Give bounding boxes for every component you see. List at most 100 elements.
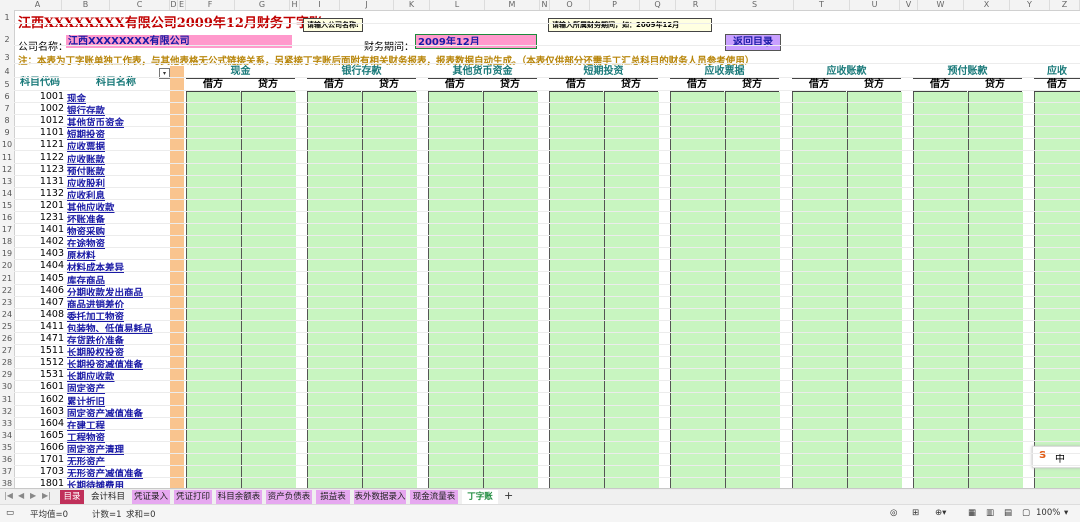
row-number[interactable]: 1 — [0, 13, 14, 22]
column-letter[interactable]: W — [918, 0, 964, 10]
column-letter[interactable]: C — [110, 0, 170, 10]
row-number[interactable]: 2 — [0, 35, 14, 44]
reading-view-icon[interactable]: ▢ — [1022, 508, 1030, 518]
row-number[interactable]: 29 — [0, 370, 14, 379]
row-number[interactable]: 3 — [0, 53, 14, 62]
row-number[interactable]: 18 — [0, 237, 14, 246]
column-letter[interactable]: Y — [1010, 0, 1050, 10]
row-number[interactable]: 5 — [0, 80, 14, 89]
last-sheet-icon[interactable]: ▶| — [42, 491, 51, 500]
account-code: 1012 — [39, 115, 64, 127]
back-to-index-button[interactable]: 返回目录 — [725, 34, 781, 51]
view-mode-icon[interactable]: ⊕▾ — [935, 508, 946, 518]
status-sum: 求和=0 — [126, 510, 156, 520]
row-number[interactable]: 15 — [0, 201, 14, 210]
row-number[interactable]: 28 — [0, 358, 14, 367]
column-letter[interactable]: L — [430, 0, 485, 10]
zoom-dropdown-icon[interactable]: ▾ — [1064, 508, 1068, 518]
sheet-tab[interactable]: 损益表 — [316, 490, 350, 504]
macro-icon[interactable]: ▭ — [6, 508, 14, 518]
page-break-icon[interactable]: ▤ — [1004, 508, 1012, 518]
row-number[interactable]: 12 — [0, 165, 14, 174]
sheet-tab[interactable]: 会计科目 — [88, 490, 128, 504]
row-number[interactable]: 33 — [0, 419, 14, 428]
column-letter[interactable]: F — [186, 0, 235, 10]
row-number[interactable]: 22 — [0, 286, 14, 295]
sheet-tab[interactable]: 表外数据录入 — [354, 490, 406, 504]
column-letter[interactable]: R — [676, 0, 716, 10]
column-letter[interactable]: V — [900, 0, 918, 10]
prev-sheet-icon[interactable]: ◀ — [18, 491, 24, 500]
sheet-tab[interactable]: 凭证打印 — [174, 490, 212, 504]
row-number[interactable]: 20 — [0, 261, 14, 270]
row-number[interactable]: 11 — [0, 153, 14, 162]
row-number[interactable]: 31 — [0, 395, 14, 404]
column-letter[interactable]: A — [14, 0, 62, 10]
grid-line — [14, 63, 1080, 64]
first-sheet-icon[interactable]: |◀ — [4, 491, 13, 500]
row-number[interactable]: 7 — [0, 104, 14, 113]
column-letter[interactable]: U — [850, 0, 900, 10]
row-number[interactable]: 34 — [0, 431, 14, 440]
row-number[interactable]: 36 — [0, 455, 14, 464]
column-letter[interactable]: E — [178, 0, 186, 10]
row-number[interactable]: 17 — [0, 225, 14, 234]
row-number[interactable]: 27 — [0, 346, 14, 355]
account-code: 1121 — [39, 139, 64, 151]
column-letter[interactable]: O — [550, 0, 590, 10]
column-letter[interactable]: X — [964, 0, 1010, 10]
grid-line — [14, 102, 1080, 103]
column-letter[interactable]: N — [540, 0, 550, 10]
zoom-level[interactable]: 100% — [1036, 508, 1060, 518]
column-letter[interactable]: K — [394, 0, 430, 10]
row-number[interactable]: 38 — [0, 479, 14, 488]
eye-protection-icon[interactable]: ◎ — [890, 508, 897, 518]
account-code: 1703 — [39, 466, 64, 478]
sheet-tab[interactable]: 资产负债表 — [266, 490, 312, 504]
row-number[interactable]: 4 — [0, 67, 14, 76]
sheet-tab[interactable]: 目录 — [60, 490, 84, 504]
row-number[interactable]: 6 — [0, 92, 14, 101]
row-number[interactable]: 30 — [0, 382, 14, 391]
column-letter[interactable]: P — [590, 0, 640, 10]
grid-line — [14, 174, 1080, 176]
column-letter[interactable]: D — [170, 0, 178, 10]
row-number[interactable]: 37 — [0, 467, 14, 476]
account-name-header: 科目名称 — [96, 77, 136, 88]
row-number[interactable]: 26 — [0, 334, 14, 343]
row-number[interactable]: 25 — [0, 322, 14, 331]
row-number[interactable]: 13 — [0, 177, 14, 186]
row-number[interactable]: 8 — [0, 116, 14, 125]
sheet-tab[interactable]: 现金流量表 — [410, 490, 458, 504]
row-number[interactable]: 16 — [0, 213, 14, 222]
column-letter[interactable]: T — [794, 0, 850, 10]
column-letter[interactable]: Q — [640, 0, 676, 10]
column-letter[interactable]: Z — [1050, 0, 1080, 10]
page-layout-icon[interactable]: ▥ — [986, 508, 994, 518]
row-number[interactable]: 32 — [0, 407, 14, 416]
column-letter[interactable]: J — [340, 0, 394, 10]
row-number[interactable]: 21 — [0, 274, 14, 283]
column-letter[interactable]: G — [235, 0, 290, 10]
sheet-tab[interactable]: 科目余额表 — [216, 490, 262, 504]
period-cell[interactable]: 2009年12月 — [415, 34, 537, 49]
column-letter[interactable]: S — [716, 0, 794, 10]
normal-view-icon[interactable]: ▦ — [968, 508, 976, 518]
column-letter[interactable]: I — [300, 0, 340, 10]
row-number[interactable]: 19 — [0, 249, 14, 258]
status-count: 计数=1 — [92, 510, 122, 520]
column-letter[interactable]: M — [485, 0, 540, 10]
row-number[interactable]: 23 — [0, 298, 14, 307]
freeze-icon[interactable]: ⊞ — [912, 508, 919, 518]
company-name-cell[interactable]: 江西XXXXXXXX有限公司 — [66, 35, 292, 48]
column-letter[interactable]: H — [290, 0, 300, 10]
sheet-tab[interactable]: 凭证录入 — [132, 490, 170, 504]
row-number[interactable]: 9 — [0, 128, 14, 137]
column-letter[interactable]: B — [62, 0, 110, 10]
add-sheet-button[interactable]: + — [504, 489, 513, 502]
row-number[interactable]: 14 — [0, 189, 14, 198]
row-number[interactable]: 24 — [0, 310, 14, 319]
next-sheet-icon[interactable]: ▶ — [30, 491, 36, 500]
row-number[interactable]: 35 — [0, 443, 14, 452]
row-number[interactable]: 10 — [0, 140, 14, 149]
